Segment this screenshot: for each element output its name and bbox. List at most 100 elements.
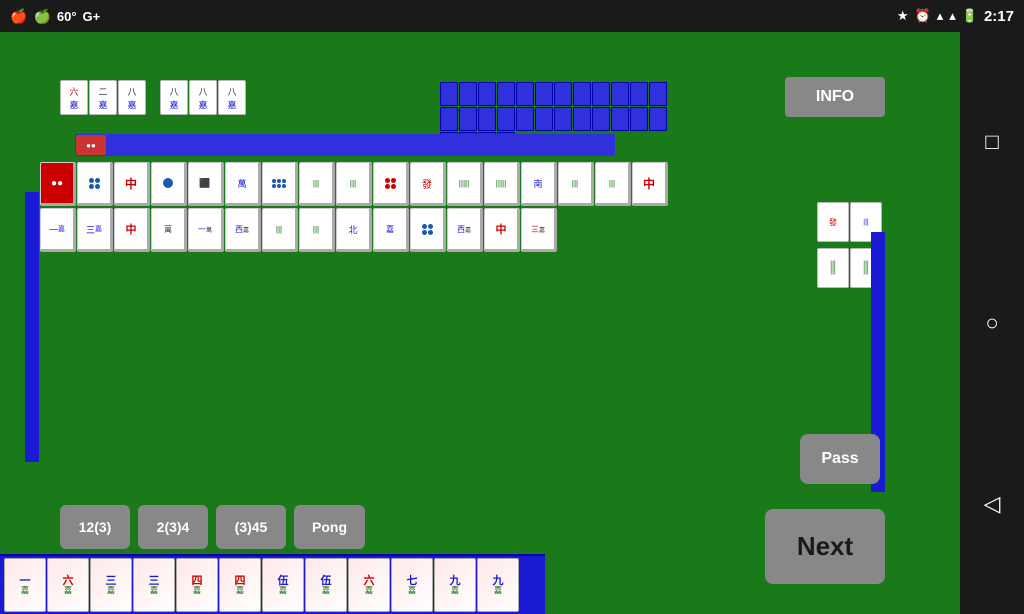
facedown-tile (440, 107, 458, 131)
game-tile[interactable] (262, 162, 298, 206)
facedown-tile (573, 107, 591, 131)
status-right: ★ ⏰ ▴ ▴ 🔋 2:17 (897, 8, 1014, 25)
player-tile-7[interactable]: 伍嘉 (262, 558, 304, 612)
main-row-2: 一嘉 三嘉 中 萬 一萬 西嘉 ||| ||| 北 嘉 西嘉 中 三嘉 (40, 208, 557, 252)
player-tile-11[interactable]: 九嘉 (434, 558, 476, 612)
player-tile-3[interactable]: 三嘉 (90, 558, 132, 612)
game-tile[interactable] (373, 162, 409, 206)
game-tile[interactable]: 三嘉 (77, 208, 113, 252)
player-tile-10[interactable]: 七嘉 (391, 558, 433, 612)
game-tile[interactable]: 中 (632, 162, 668, 206)
square-button[interactable]: □ (985, 129, 998, 155)
opponent-exposed-tiles: 六嘉 二嘉 八嘉 八嘉 八嘉 八嘉 (60, 80, 246, 115)
game-tile[interactable]: 中 (114, 208, 150, 252)
player-tile-12[interactable]: 九嘉 (477, 558, 519, 612)
player-tile-8[interactable]: 伍嘉 (305, 558, 347, 612)
game-tile[interactable]: ||||| (447, 162, 483, 206)
facedown-tile (478, 107, 496, 131)
facedown-tile (554, 107, 572, 131)
next-button[interactable]: Next (765, 509, 885, 584)
game-tile[interactable]: 一萬 (188, 208, 224, 252)
action-2-3-4-button[interactable]: 2(3)4 (138, 505, 208, 549)
game-tile[interactable]: 南 (521, 162, 557, 206)
right-tile[interactable]: |||||| (817, 248, 849, 288)
facedown-tile (459, 107, 477, 131)
alarm-icon: ⏰ (915, 8, 931, 24)
facedown-tile (649, 82, 667, 106)
temperature: 60° (57, 9, 77, 24)
left-bar (25, 192, 39, 462)
facedown-tile (535, 82, 553, 106)
apple-icon-1: 🍎 (10, 8, 27, 25)
facedown-tile (630, 82, 648, 106)
tile[interactable]: 八嘉 (118, 80, 146, 115)
game-tile[interactable]: 一嘉 (40, 208, 76, 252)
game-tile[interactable]: ||| (558, 162, 594, 206)
player-tile-2[interactable]: 六嘉 (47, 558, 89, 612)
game-tile[interactable]: 三嘉 (521, 208, 557, 252)
game-tile[interactable]: ||| (299, 208, 335, 252)
action-3-45-button[interactable]: (3)45 (216, 505, 286, 549)
status-time: 2:17 (984, 8, 1014, 25)
facedown-tile (592, 82, 610, 106)
info-button[interactable]: INFO (785, 77, 885, 117)
game-tile[interactable]: ||||| (484, 162, 520, 206)
player-hand: 一嘉 六嘉 三嘉 三嘉 四嘉 四嘉 伍嘉 伍嘉 六嘉 七嘉 九嘉 九嘉 (0, 554, 545, 614)
facedown-tile (535, 107, 553, 131)
game-tile[interactable]: 西嘉 (225, 208, 261, 252)
game-tile[interactable] (151, 162, 187, 206)
tile-group-2: 八嘉 八嘉 八嘉 (160, 80, 246, 115)
game-tile[interactable]: 中 (484, 208, 520, 252)
game-tile[interactable]: ||| (299, 162, 335, 206)
game-tile[interactable]: ⬛ (188, 162, 224, 206)
game-tile[interactable]: 中 (114, 162, 150, 206)
player-tile-1[interactable]: 一嘉 (4, 558, 46, 612)
facedown-tile (611, 82, 629, 106)
player-tile-5[interactable]: 四嘉 (176, 558, 218, 612)
facedown-tile (611, 107, 629, 131)
status-bar: 🍎 🍏 60° G+ ★ ⏰ ▴ ▴ 🔋 2:17 (0, 0, 1024, 32)
tile[interactable]: 六嘉 (60, 80, 88, 115)
game-tile[interactable] (77, 162, 113, 206)
tile[interactable]: 八嘉 (189, 80, 217, 115)
tile[interactable]: 八嘉 (218, 80, 246, 115)
game-tile[interactable]: 發 (410, 162, 446, 206)
game-tile[interactable]: ●● (40, 162, 76, 206)
tile[interactable]: 八嘉 (160, 80, 188, 115)
opponent-hand: ●● (75, 134, 615, 156)
nav-bar: □ ○ ◁ (960, 32, 1024, 614)
circle-button[interactable]: ○ (985, 310, 998, 336)
action-buttons: 12(3) 2(3)4 (3)45 Pong (60, 505, 365, 549)
player-tile-4[interactable]: 三嘉 (133, 558, 175, 612)
facedown-tile (516, 82, 534, 106)
game-tile[interactable]: 西嘉 (447, 208, 483, 252)
right-tile[interactable]: 發 (817, 202, 849, 242)
facedown-tile (497, 107, 515, 131)
facedown-tile (440, 82, 458, 106)
facedown-tile (592, 107, 610, 131)
game-tile[interactable]: 萬 (151, 208, 187, 252)
game-tile[interactable]: 嘉 (373, 208, 409, 252)
game-tile[interactable]: 萬 (225, 162, 261, 206)
battery-icon: 🔋 (962, 8, 978, 24)
game-tile[interactable]: ||| (595, 162, 631, 206)
game-area: INFO 六嘉 二嘉 八嘉 八嘉 八嘉 八嘉 (0, 32, 960, 614)
action-12-3-button[interactable]: 12(3) (60, 505, 130, 549)
status-left: 🍎 🍏 60° G+ (10, 8, 897, 25)
tile[interactable]: 二嘉 (89, 80, 117, 115)
opponent-facedown-row: ●● (75, 134, 615, 156)
back-button[interactable]: ◁ (984, 491, 1001, 517)
game-tile[interactable]: ||| (336, 162, 372, 206)
facedown-tile (497, 82, 515, 106)
facedown-tile (459, 82, 477, 106)
player-tile-9[interactable]: 六嘉 (348, 558, 390, 612)
facedown-tile (554, 82, 572, 106)
game-tile[interactable]: ||| (262, 208, 298, 252)
game-tile[interactable] (410, 208, 446, 252)
player-tile-6[interactable]: 四嘉 (219, 558, 261, 612)
pong-button[interactable]: Pong (294, 505, 365, 549)
pass-button[interactable]: Pass (800, 434, 880, 484)
indicator-tile: ●● (76, 135, 106, 155)
game-tile[interactable]: 北 (336, 208, 372, 252)
facedown-tile (478, 82, 496, 106)
